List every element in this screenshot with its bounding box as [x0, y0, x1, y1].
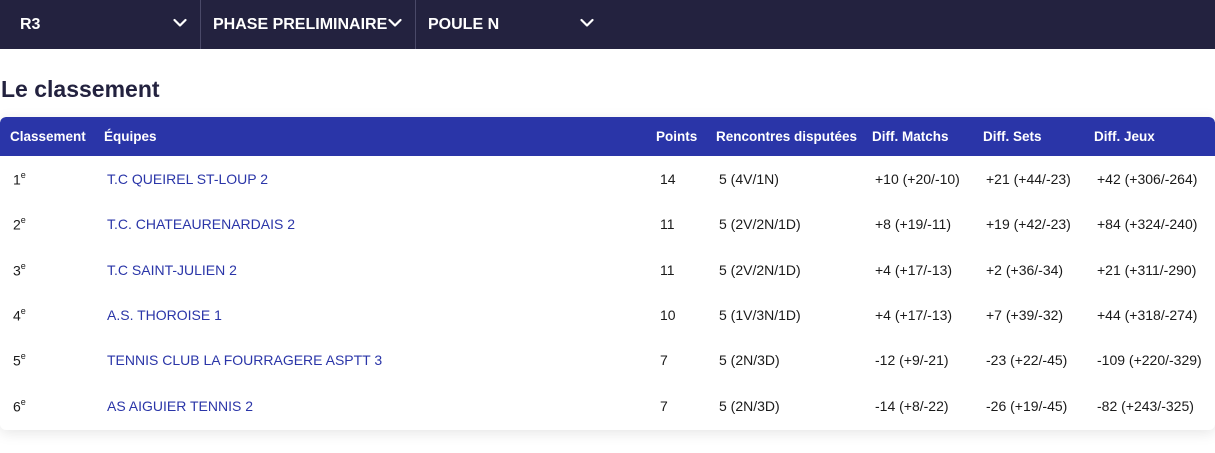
rank-cell: 1e: [13, 170, 26, 188]
standings-table: Classement Équipes Points Rencontres dis…: [0, 117, 1215, 430]
table-row: 3e T.C SAINT-JULIEN 2 11 5 (2V/2N/1D) +4…: [0, 247, 1215, 292]
rencontres-cell: 5 (1V/3N/1D): [719, 307, 801, 323]
points-cell: 7: [660, 352, 668, 368]
diff-jeux-cell: +44 (+318/-274): [1097, 307, 1198, 323]
header-diff-matchs[interactable]: Diff. Matchs: [872, 129, 949, 144]
diff-sets-cell: +19 (+42/-23): [986, 216, 1071, 232]
chevron-down-icon: [388, 18, 402, 27]
table-row: 2e T.C. CHATEAURENARDAIS 2 11 5 (2V/2N/1…: [0, 201, 1215, 246]
diff-matchs-cell: -14 (+8/-22): [875, 398, 949, 414]
diff-jeux-cell: +84 (+324/-240): [1097, 216, 1198, 232]
header-points[interactable]: Points: [656, 129, 697, 144]
table-row: 6e AS AIGUIER TENNIS 2 7 5 (2N/3D) -14 (…: [0, 383, 1215, 428]
table-row: 5e TENNIS CLUB LA FOURRAGERE ASPTT 3 7 5…: [0, 337, 1215, 382]
points-cell: 10: [660, 307, 676, 323]
poule-select[interactable]: POULE N: [416, 0, 616, 49]
team-link[interactable]: A.S. THOROISE 1: [107, 307, 222, 323]
team-link[interactable]: TENNIS CLUB LA FOURRAGERE ASPTT 3: [107, 352, 382, 368]
points-cell: 14: [660, 171, 676, 187]
rencontres-cell: 5 (2V/2N/1D): [719, 216, 801, 232]
header-diff-jeux[interactable]: Diff. Jeux: [1094, 129, 1155, 144]
diff-jeux-cell: +21 (+311/-290): [1097, 262, 1197, 278]
chevron-down-icon: [173, 18, 187, 27]
diff-sets-cell: -26 (+19/-45): [986, 398, 1068, 414]
table-row: 1e T.C QUEIREL ST-LOUP 2 14 5 (4V/1N) +1…: [0, 156, 1215, 201]
table-header: Classement Équipes Points Rencontres dis…: [0, 117, 1215, 156]
points-cell: 11: [660, 216, 675, 232]
phase-select[interactable]: PHASE PRELIMINAIRE: [201, 0, 416, 49]
diff-sets-cell: +2 (+36/-34): [986, 262, 1064, 278]
rank-cell: 3e: [13, 261, 26, 279]
rank-cell: 6e: [13, 397, 26, 415]
team-link[interactable]: T.C QUEIREL ST-LOUP 2: [107, 171, 268, 187]
diff-matchs-cell: +8 (+19/-11): [875, 216, 952, 232]
diff-matchs-cell: +4 (+17/-13): [875, 262, 953, 278]
division-select[interactable]: R3: [0, 0, 201, 49]
diff-sets-cell: -23 (+22/-45): [986, 352, 1068, 368]
team-link[interactable]: T.C SAINT-JULIEN 2: [107, 262, 237, 278]
rencontres-cell: 5 (2N/3D): [719, 398, 780, 414]
diff-sets-cell: +21 (+44/-23): [986, 171, 1071, 187]
diff-matchs-cell: -12 (+9/-21): [875, 352, 949, 368]
header-team[interactable]: Équipes: [104, 129, 157, 144]
page-title: Le classement: [1, 76, 160, 102]
diff-jeux-cell: -82 (+243/-325): [1097, 398, 1194, 414]
header-diff-sets[interactable]: Diff. Sets: [983, 129, 1042, 144]
chevron-down-icon: [580, 18, 594, 27]
header-rank[interactable]: Classement: [10, 129, 86, 144]
team-link[interactable]: AS AIGUIER TENNIS 2: [107, 398, 253, 414]
header-rencontres[interactable]: Rencontres disputées: [716, 129, 857, 144]
table-row: 4e A.S. THOROISE 1 10 5 (1V/3N/1D) +4 (+…: [0, 292, 1215, 337]
rencontres-cell: 5 (2N/3D): [719, 352, 780, 368]
rencontres-cell: 5 (4V/1N): [719, 171, 779, 187]
points-cell: 7: [660, 398, 668, 414]
points-cell: 11: [660, 262, 675, 278]
rank-cell: 2e: [13, 215, 26, 233]
poule-select-label: POULE N: [428, 16, 500, 33]
diff-jeux-cell: -109 (+220/-329): [1097, 352, 1202, 368]
rank-cell: 4e: [13, 306, 26, 324]
diff-matchs-cell: +10 (+20/-10): [875, 171, 960, 187]
team-link[interactable]: T.C. CHATEAURENARDAIS 2: [107, 216, 295, 232]
division-select-label: R3: [20, 16, 41, 33]
diff-jeux-cell: +42 (+306/-264): [1097, 171, 1198, 187]
rank-cell: 5e: [13, 351, 26, 369]
phase-select-label: PHASE PRELIMINAIRE: [213, 16, 388, 33]
diff-sets-cell: +7 (+39/-32): [986, 307, 1064, 323]
diff-matchs-cell: +4 (+17/-13): [875, 307, 953, 323]
filter-bar: R3 PHASE PRELIMINAIRE POULE N: [0, 0, 1215, 49]
rencontres-cell: 5 (2V/2N/1D): [719, 262, 801, 278]
